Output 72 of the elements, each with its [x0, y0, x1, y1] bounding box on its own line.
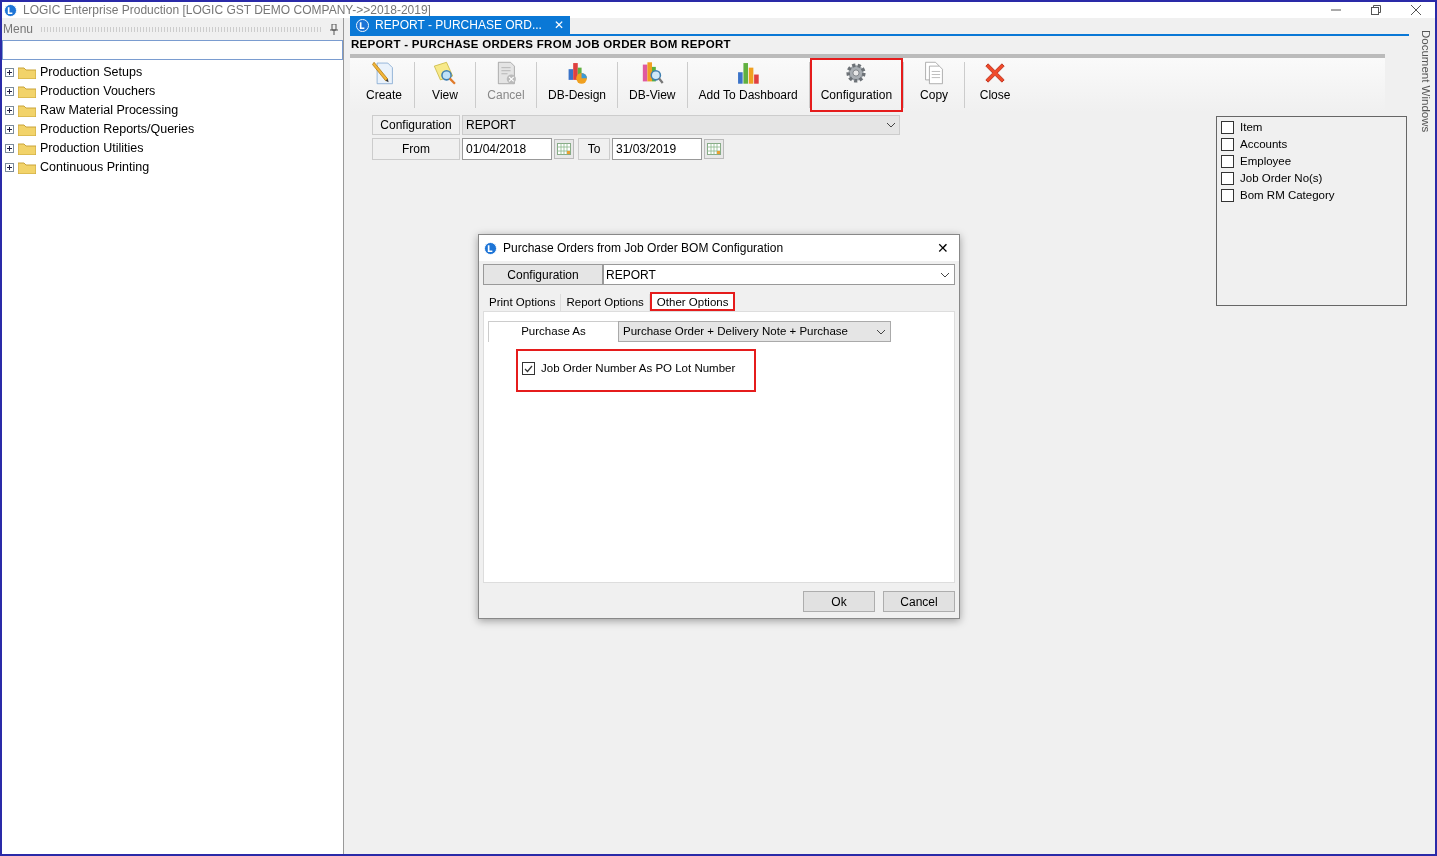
menu-tree-item[interactable]: Production Vouchers	[5, 82, 343, 101]
chevron-down-icon	[940, 271, 950, 278]
toolbar-button[interactable]: Close	[965, 58, 1026, 112]
field-label: Configuration	[372, 115, 460, 135]
folder-icon	[18, 85, 36, 98]
field-label: From	[372, 138, 460, 160]
dialog-tab[interactable]: Other Options	[649, 292, 736, 311]
expander-icon[interactable]	[5, 87, 14, 96]
dialog-logo-icon	[484, 241, 497, 255]
checkbox[interactable]	[1221, 189, 1234, 202]
menu-tree-item[interactable]: Production Utilities	[5, 139, 343, 158]
calendar-button[interactable]	[704, 139, 724, 159]
toolbar-button[interactable]: View	[415, 58, 475, 112]
field-label: To	[578, 138, 610, 160]
folder-icon	[18, 161, 36, 174]
tab-logo-icon	[356, 18, 369, 32]
report-title: REPORT - PURCHASE ORDERS FROM JOB ORDER BOM REPORT	[350, 37, 732, 53]
menu-search-field[interactable]	[2, 40, 343, 60]
toolbar-button[interactable]: Create	[354, 58, 414, 112]
expander-icon[interactable]	[5, 144, 14, 153]
toolbar-button[interactable]: Copy	[904, 58, 965, 112]
configuration-dropdown[interactable]: REPORT	[603, 264, 955, 285]
folder-icon	[18, 123, 36, 136]
restore-icon[interactable]	[1371, 5, 1381, 15]
calendar-icon	[557, 143, 571, 155]
filter-label: Accounts	[1240, 136, 1288, 152]
toolbar-button[interactable]: DB-Design	[537, 58, 618, 112]
chevron-down-icon	[886, 122, 896, 128]
toolbar-button[interactable]: Add To Dashboard	[687, 58, 809, 112]
field-label: Configuration	[483, 264, 603, 285]
filter-label: Job Order No(s)	[1240, 170, 1323, 186]
checkbox[interactable]	[1221, 121, 1234, 134]
menu-tree-item[interactable]: Production Reports/Queries	[5, 120, 343, 139]
dialog-close-button[interactable]: ✕	[937, 237, 949, 259]
filter-label: Item	[1240, 119, 1263, 135]
filter-label: Employee	[1240, 153, 1292, 169]
menu-title: Menu	[3, 21, 34, 38]
menu-tree-item[interactable]: Production Setups	[5, 63, 343, 82]
tab-close-button[interactable]: ✕	[553, 16, 564, 34]
folder-icon	[18, 104, 36, 117]
dialog-title: Purchase Orders from Job Order BOM Configuration	[503, 240, 785, 257]
checkbox[interactable]	[1221, 138, 1234, 151]
checkbox[interactable]	[522, 362, 535, 375]
expander-icon[interactable]	[5, 68, 14, 77]
expander-icon[interactable]	[5, 106, 14, 115]
option-label: Job Order Number As PO Lot Number	[541, 360, 736, 376]
document-tab[interactable]: REPORT - PURCHASE ORD... ✕	[350, 16, 570, 34]
calendar-button[interactable]	[554, 139, 574, 159]
expander-icon[interactable]	[5, 125, 14, 134]
folder-icon	[18, 66, 36, 79]
menu-tree-item[interactable]: Raw Material Processing	[5, 101, 343, 120]
checkbox[interactable]	[1221, 172, 1234, 185]
calendar-icon	[707, 143, 721, 155]
folder-icon	[18, 142, 36, 155]
checkbox[interactable]	[1221, 155, 1234, 168]
expander-icon[interactable]	[5, 163, 14, 172]
pin-icon[interactable]	[330, 23, 338, 35]
date-field[interactable]: 31/03/2019	[612, 138, 702, 160]
toolbar-button[interactable]: Configuration	[809, 58, 904, 112]
checkmark-icon	[524, 364, 533, 373]
menu-tree-item[interactable]: Continuous Printing	[5, 158, 343, 177]
toolbar-button[interactable]: DB-View	[618, 58, 687, 112]
side-panel-tab[interactable]: Document Windows	[1416, 30, 1434, 854]
close-icon[interactable]	[1411, 5, 1421, 15]
configuration-dropdown[interactable]: REPORT	[462, 115, 900, 135]
date-field[interactable]: 01/04/2018	[462, 138, 552, 160]
dialog-button[interactable]: Ok	[803, 591, 875, 612]
window-title: LOGIC Enterprise Production [LOGIC GST DEMO COMPANY->>2018-2019]	[23, 2, 431, 19]
purchase-as-dropdown[interactable]: Purchase Order + Delivery Note + Purchase	[618, 321, 891, 342]
dialog-button[interactable]: Cancel	[883, 591, 955, 612]
filter-label: Bom RM Category	[1240, 187, 1335, 203]
chevron-down-icon	[876, 328, 886, 335]
